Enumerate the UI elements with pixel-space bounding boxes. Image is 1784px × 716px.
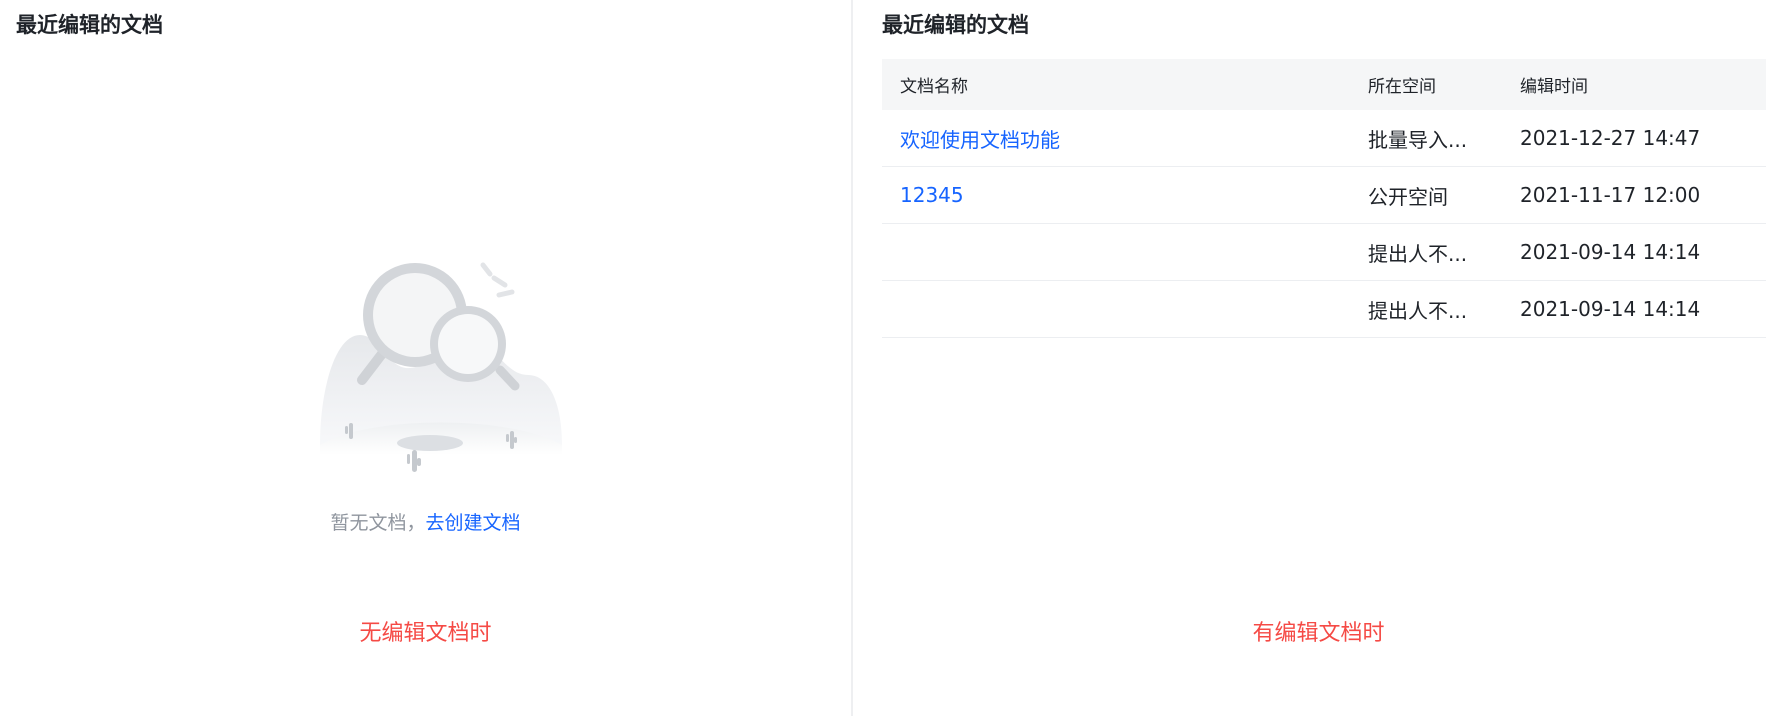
document-name-link[interactable]: 欢迎使用文档功能	[900, 128, 1060, 152]
document-name-link[interactable]: 12345	[900, 183, 964, 207]
section-title: 最近编辑的文档	[882, 13, 1029, 37]
document-edit-time: 2021-09-14 14:14	[1520, 297, 1701, 321]
documents-panel: 最近编辑的文档 文档名称 所在空间 编辑时间 欢迎使用文档功能 批量导入... …	[853, 0, 1784, 716]
document-space: 公开空间	[1368, 184, 1448, 209]
empty-state-caption: 无编辑文档时	[359, 621, 492, 646]
create-document-link[interactable]: 去创建文档	[426, 512, 521, 534]
document-edit-time: 2021-09-14 14:14	[1520, 240, 1701, 264]
table-row[interactable]: 欢迎使用文档功能 批量导入... 2021-12-27 14:47	[882, 110, 1766, 167]
empty-state-text: 暂无文档，去创建文档	[0, 510, 851, 536]
document-space: 批量导入...	[1368, 127, 1468, 152]
table-state-caption: 有编辑文档时	[1252, 621, 1385, 646]
document-edit-time: 2021-11-17 12:00	[1520, 183, 1701, 207]
column-header-time: 编辑时间	[1520, 77, 1588, 97]
column-header-space: 所在空间	[1368, 77, 1436, 97]
document-space: 提出人不...	[1368, 241, 1468, 266]
section-title: 最近编辑的文档	[16, 13, 163, 37]
empty-state-panel: 最近编辑的文档 暂无文档，去创建文档 无编辑文档时	[0, 0, 851, 716]
page: 最近编辑的文档 暂无文档，去创建文档 无编辑文档时 最近编辑的文档 文档名称 所…	[0, 0, 1784, 716]
table-row[interactable]: 12345 公开空间 2021-11-17 12:00	[882, 167, 1766, 224]
table-header: 文档名称 所在空间 编辑时间	[882, 59, 1766, 110]
table-row[interactable]: 提出人不... 2021-09-14 14:14	[882, 281, 1766, 338]
empty-state-illustration-icon	[320, 262, 562, 472]
documents-table: 文档名称 所在空间 编辑时间 欢迎使用文档功能 批量导入... 2021-12-…	[882, 59, 1766, 338]
column-header-name: 文档名称	[900, 77, 968, 97]
document-edit-time: 2021-12-27 14:47	[1520, 126, 1701, 150]
document-space: 提出人不...	[1368, 298, 1468, 323]
table-row[interactable]: 提出人不... 2021-09-14 14:14	[882, 224, 1766, 281]
empty-state-label: 暂无文档，	[330, 512, 426, 534]
